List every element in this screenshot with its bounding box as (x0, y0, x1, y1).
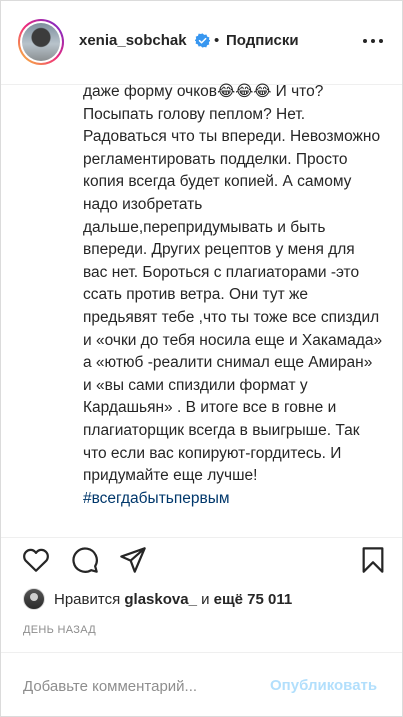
post-caption: даже форму очков😂😂😂 И что? Посыпать голо… (83, 81, 383, 527)
publish-button[interactable]: Опубликовать (270, 677, 377, 694)
likes-summary: Нравится glaskova_ и ещё 75 011 (54, 591, 292, 608)
caption-text: даже форму очков😂😂😂 И что? Посыпать голо… (83, 83, 383, 485)
avatar-photo (22, 23, 60, 61)
divider (1, 652, 402, 653)
post-window: xenia_sobchak • Подписки даже форму очко… (0, 0, 403, 717)
verified-badge-icon (195, 33, 210, 48)
liker-avatar[interactable] (23, 588, 45, 610)
more-options-icon[interactable] (361, 33, 385, 49)
share-paper-plane-icon[interactable] (119, 546, 147, 574)
post-timestamp[interactable]: День назад (23, 624, 96, 636)
likes-prefix: Нравится (54, 590, 125, 608)
header-separator: • (214, 32, 220, 49)
divider (1, 537, 402, 538)
liker-username-link[interactable]: glaskova_ (124, 591, 197, 608)
comment-bubble-icon[interactable] (71, 546, 99, 574)
comment-input[interactable] (23, 675, 253, 697)
caption-hashtag-link[interactable]: #всегдабытьпервым (83, 490, 230, 507)
likes-count-link[interactable]: ещё 75 011 (214, 591, 293, 608)
likes-row: Нравится glaskova_ и ещё 75 011 (23, 587, 292, 611)
likes-conjunction: и (196, 590, 214, 608)
following-button[interactable]: Подписки (226, 32, 299, 49)
heart-icon[interactable] (22, 546, 50, 574)
bookmark-icon[interactable] (359, 546, 387, 574)
post-username[interactable]: xenia_sobchak (79, 32, 187, 49)
profile-avatar[interactable] (18, 19, 64, 65)
post-header: xenia_sobchak • Подписки (1, 1, 402, 85)
